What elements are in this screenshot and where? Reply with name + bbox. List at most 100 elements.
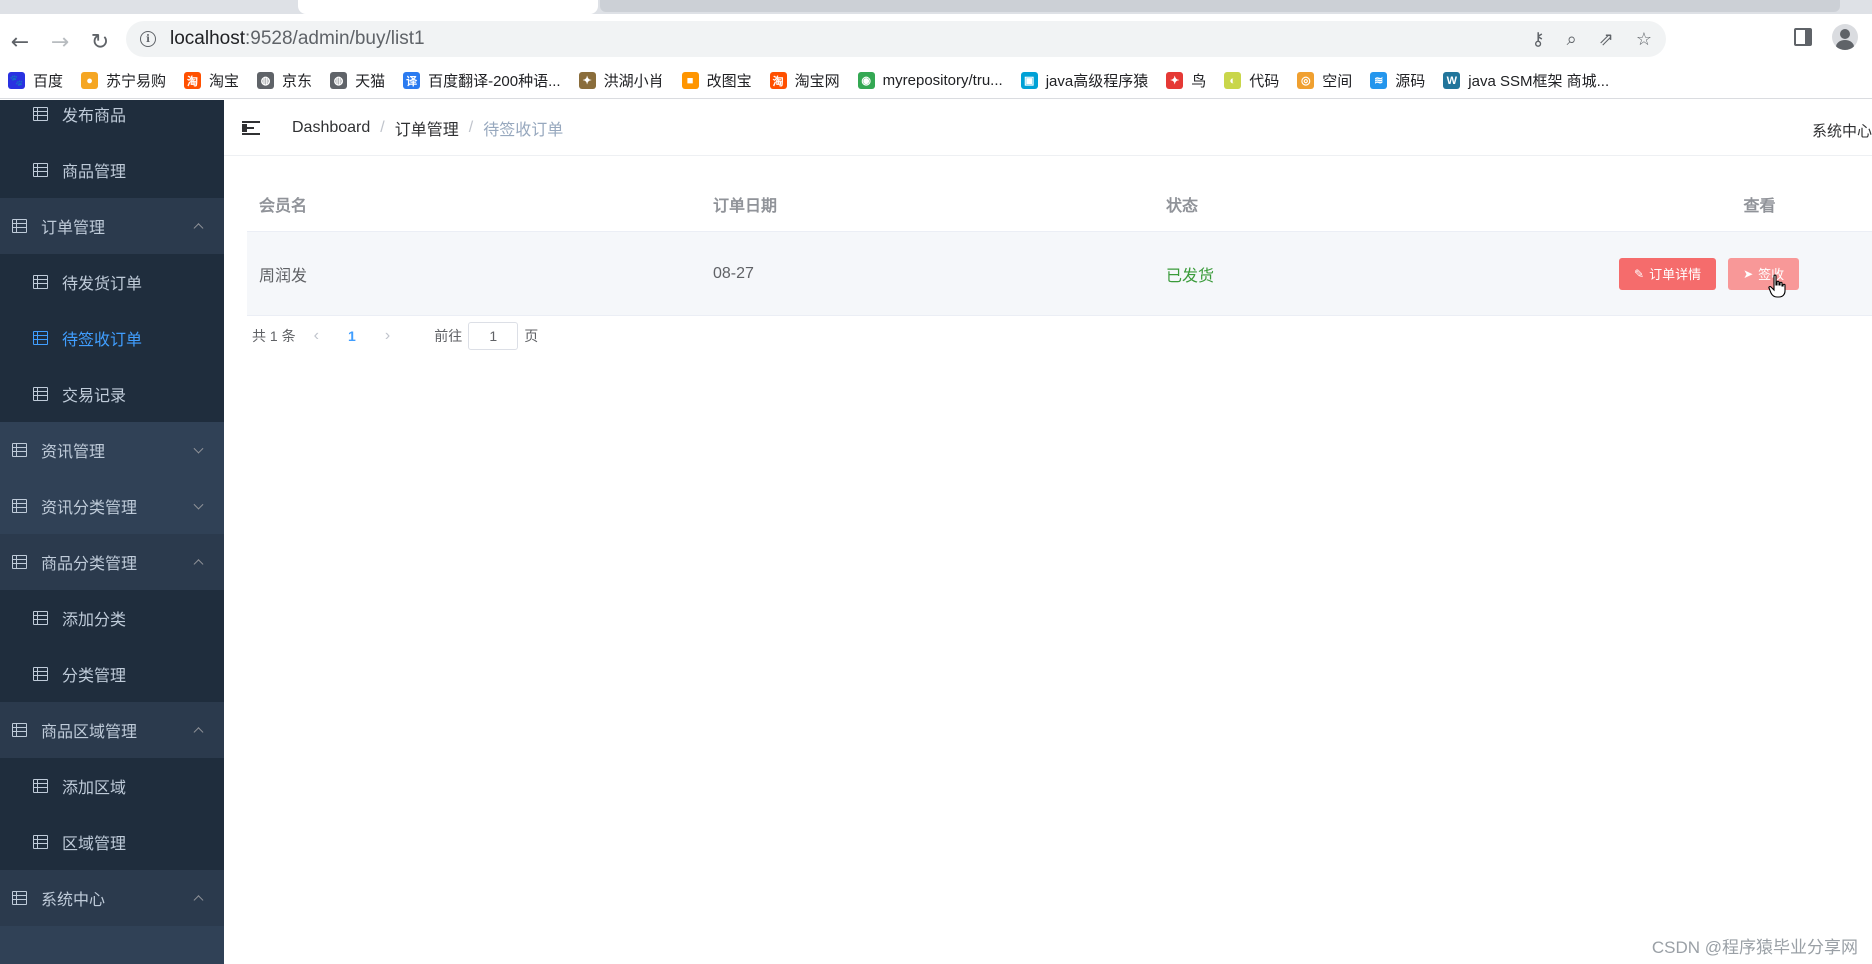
bookmark-item[interactable]: ◉ myrepository/tru... <box>857 72 1003 89</box>
sidebar-menu-item[interactable]: 待签收订单 <box>0 310 224 366</box>
sidebar-item-label: 待签收订单 <box>62 332 143 349</box>
hamburger-toggle-icon[interactable] <box>242 120 262 136</box>
share-icon[interactable]: ⇗ <box>1599 29 1614 50</box>
bookmark-label: java SSM框架 商城... <box>1468 73 1610 90</box>
bookmark-item[interactable]: ✦ 鸟 <box>1166 70 1206 91</box>
reload-button[interactable]: ↻ <box>80 23 120 63</box>
pagination-total: 共 1 条 <box>252 328 296 344</box>
breadcrumb-order-management[interactable]: 订单管理 <box>395 116 459 140</box>
page-number-current[interactable]: 1 <box>337 328 367 344</box>
main-content: Dashboard / 订单管理 / 待签收订单 系统中心 会员名 订单日期 状… <box>224 100 1872 964</box>
sidebar-item-label: 交易记录 <box>62 388 127 405</box>
bookmark-label: 洪湖小肖 <box>603 73 664 90</box>
table-grid-icon <box>12 723 27 737</box>
zoom-icon[interactable]: ⌕ <box>1567 29 1577 50</box>
taobao-icon: 淘 <box>769 72 787 89</box>
browser-tab-active[interactable] <box>298 0 598 14</box>
chevron-down-icon <box>193 499 204 510</box>
table-grid-icon <box>33 667 48 681</box>
cell-actions: ✎ 订单详情 ➤ 签收 <box>1607 257 1872 290</box>
breadcrumb-dashboard[interactable]: Dashboard <box>292 119 370 137</box>
browser-tab-strip <box>0 0 1872 14</box>
profile-avatar-icon[interactable] <box>1832 24 1858 50</box>
bookmark-item[interactable]: 🐾 百度 <box>8 70 63 91</box>
chevron-up-icon <box>193 727 204 738</box>
sidebar-menu-item[interactable]: 添加区域 <box>0 758 224 814</box>
goto-label: 前往 <box>434 328 463 344</box>
side-panel-icon[interactable] <box>1794 28 1812 46</box>
url-text[interactable]: localhost:9528/admin/buy/list1 <box>170 28 425 50</box>
goto-page-input[interactable] <box>468 322 519 350</box>
bookmark-label: 百度 <box>33 73 64 90</box>
bookmark-item[interactable]: ▣ java高级程序猿 <box>1020 70 1148 91</box>
table-grid-icon <box>12 891 27 905</box>
bookmark-item[interactable]: ✦ 洪湖小肖 <box>578 70 664 91</box>
baidu-icon: 🐾 <box>8 72 25 89</box>
bookmark-item[interactable]: ◍ 天猫 <box>330 70 385 91</box>
sidebar-menu-group[interactable]: 资讯分类管理 <box>0 478 224 534</box>
hand-cursor-icon <box>1768 274 1786 298</box>
order-detail-button[interactable]: ✎ 订单详情 <box>1619 257 1717 290</box>
sidebar-menu-item[interactable]: 发布商品 <box>0 100 224 142</box>
bookmark-label: 源码 <box>1395 73 1426 90</box>
sidebar-menu-item[interactable]: 商品管理 <box>0 142 224 198</box>
breadcrumb-separator: / <box>468 118 474 136</box>
send-icon: ➤ <box>1743 266 1754 281</box>
next-page-icon[interactable]: › <box>385 327 390 345</box>
chevron-up-icon <box>193 223 204 234</box>
bookmark-item[interactable]: ● 苏宁易购 <box>81 70 166 91</box>
table-grid-icon <box>33 611 48 625</box>
sidebar-menu-group[interactable]: 资讯管理 <box>0 422 224 478</box>
cell-status: 已发货 <box>1166 267 1215 285</box>
chrome-icon: ◉ <box>857 72 875 89</box>
bookmark-item[interactable]: Wjava SSM框架 商城... <box>1443 70 1609 91</box>
chevron-up-icon <box>193 895 204 906</box>
sidebar-menu-group[interactable]: 订单管理 <box>0 198 224 254</box>
table-grid-icon <box>33 331 48 345</box>
table-grid-icon <box>33 163 48 177</box>
page-suffix: 页 <box>524 328 539 344</box>
bilibili-icon: ▣ <box>1020 72 1038 89</box>
column-header-status: 状态 <box>1166 198 1199 215</box>
bookmark-label: 淘宝网 <box>794 73 840 90</box>
sidebar-menu-item[interactable]: 待发货订单 <box>0 254 224 310</box>
sidebar-menu-item[interactable]: 交易记录 <box>0 366 224 422</box>
table-row: 周润发 08-27 已发货 ✎ 订单详情 ➤ 签收 <box>247 232 1872 316</box>
cell-member: 周润发 <box>259 267 308 285</box>
bookmark-item[interactable]: ≋ 源码 <box>1370 70 1425 91</box>
sidebar-item-label: 商品管理 <box>62 164 127 181</box>
sidebar-menu-item[interactable]: 分类管理 <box>0 646 224 702</box>
site-info-icon[interactable]: i <box>140 31 156 47</box>
sidebar-item-label: 系统中心 <box>41 892 106 909</box>
bookmark-item[interactable]: ■ 改图宝 <box>681 70 752 91</box>
sidebar-menu-group[interactable]: 商品区域管理 <box>0 702 224 758</box>
wordpress-icon: W <box>1443 72 1461 89</box>
bookmark-item[interactable]: 淘淘宝 <box>184 70 239 91</box>
forward-button[interactable]: → <box>40 23 80 63</box>
key-icon[interactable]: ⚷ <box>1531 29 1544 50</box>
back-button[interactable]: ← <box>0 23 40 63</box>
table-grid-icon <box>12 219 27 233</box>
sidebar-menu-item[interactable]: 区域管理 <box>0 814 224 870</box>
bookmark-item[interactable]: ◍ 京东 <box>257 70 312 91</box>
bookmark-star-icon[interactable]: ☆ <box>1636 29 1652 50</box>
sidebar: 发布商品商品管理订单管理 待发货订单待签收订单交易记录资讯管理 资讯分类管理 商品分类… <box>0 100 224 964</box>
sidebar-item-label: 发布商品 <box>62 108 127 125</box>
sign-receipt-button[interactable]: ➤ 签收 <box>1728 257 1800 290</box>
bookmark-item[interactable]: 淘淘宝网 <box>769 70 840 91</box>
system-center-link[interactable]: 系统中心 <box>1812 120 1872 141</box>
bookmark-label: 天猫 <box>355 73 386 90</box>
table-grid-icon <box>12 555 27 569</box>
sidebar-menu-group[interactable]: 商品分类管理 <box>0 534 224 590</box>
bird-icon: ✦ <box>578 72 596 89</box>
space-icon: ◎ <box>1297 72 1315 89</box>
bookmark-item[interactable]: ◎ 空间 <box>1297 70 1352 91</box>
sidebar-menu-group[interactable]: 系统中心 <box>0 870 224 926</box>
bookmark-label: 改图宝 <box>706 73 752 90</box>
prev-page-icon[interactable]: ‹ <box>314 327 319 345</box>
sidebar-menu-item[interactable]: 添加分类 <box>0 590 224 646</box>
bookmark-item[interactable]: ◐ 代码 <box>1224 70 1279 91</box>
bookmark-item[interactable]: 译百度翻译-200种语... <box>403 70 561 91</box>
browser-tab-inactive[interactable] <box>600 0 1840 12</box>
address-bar[interactable]: i localhost:9528/admin/buy/list1 ⚷ ⌕ ⇗ ☆ <box>126 21 1666 57</box>
